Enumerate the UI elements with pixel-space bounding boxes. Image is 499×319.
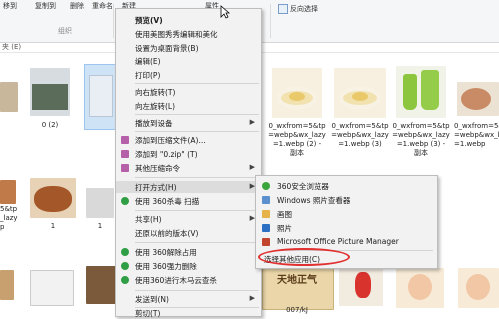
highlight-circle <box>258 248 350 266</box>
menu-separator <box>135 114 259 115</box>
winrar-icon <box>121 136 129 144</box>
menu-item-360-trojan-scan[interactable]: 使用360进行木马云查杀 <box>116 274 261 286</box>
file-caption: 0_wxfrom=5&tp =webp&wx_lazy =1.webp <box>454 122 499 148</box>
menu-separator <box>135 290 259 291</box>
menu-item-meitu-edit[interactable]: 使用美图秀秀编辑和美化 <box>116 28 261 40</box>
menu-item-360-antivirus-scan[interactable]: 使用 360杀毒 扫描 <box>116 195 261 207</box>
paint-icon <box>262 210 270 218</box>
context-menu: 预览(V) 使用美图秀秀编辑和美化 设置为桌面背景(B) 编辑(E) 打印(P)… <box>115 8 262 319</box>
open-with-office-picture-manager[interactable]: Microsoft Office Picture Manager <box>256 236 437 248</box>
move-to-button[interactable]: 移到 <box>3 1 17 11</box>
menu-item-share[interactable]: 共享(H) ▶ <box>116 213 261 225</box>
bowl-food <box>289 92 305 101</box>
file-caption: 0_wxfrom=5&tp =webp&wx_lazy =1.webp (3) <box>331 122 389 148</box>
menu-separator <box>135 210 259 211</box>
menu-item-add-to-zip[interactable]: 添加到 "0.zip" (T) <box>116 148 261 160</box>
invert-selection-icon <box>278 4 288 14</box>
rename-button[interactable]: 重命名 <box>92 1 113 11</box>
image-thumbnail[interactable] <box>86 188 114 218</box>
ribbon-divider <box>113 4 114 38</box>
painting-calligraphy: 天地正气 <box>277 275 317 286</box>
image-thumbnail[interactable] <box>0 180 16 204</box>
menu-item-send-to[interactable]: 发送到(N) ▶ <box>116 293 261 305</box>
360-browser-icon <box>262 182 270 190</box>
menu-separator <box>135 83 259 84</box>
invert-selection-button[interactable]: 反向选择 <box>290 4 318 14</box>
menu-separator <box>135 131 259 132</box>
menu-item-add-to-archive[interactable]: 添加到压缩文件(A)... <box>116 134 261 146</box>
photo-viewer-icon <box>262 196 270 204</box>
image-thumbnail[interactable] <box>458 268 499 308</box>
ribbon-divider <box>270 4 271 38</box>
image-thumbnail[interactable] <box>457 82 499 116</box>
open-with-photos[interactable]: 照片 <box>256 222 437 234</box>
file-caption: 0_wxfrom=5&tp =webp&wx_lazy =1.webp (2) … <box>268 122 326 157</box>
360-icon <box>121 262 129 270</box>
image-thumbnail[interactable] <box>0 82 18 112</box>
menu-item-other-compress[interactable]: 其他压缩命令 ▶ <box>116 162 261 174</box>
antivirus-icon <box>121 197 129 205</box>
green-drink-image <box>421 70 439 110</box>
menu-item-preview[interactable]: 预览(V) <box>116 14 261 26</box>
file-caption: 0 (2) <box>41 121 59 129</box>
360-icon <box>121 276 129 284</box>
image-thumbnail[interactable] <box>339 266 383 306</box>
file-caption: 1 <box>97 222 103 230</box>
image-thumbnail[interactable] <box>30 270 74 306</box>
menu-item-360-force-delete[interactable]: 使用 360强力删除 <box>116 260 261 272</box>
menu-separator <box>135 242 259 243</box>
image-thumbnail[interactable] <box>396 268 444 308</box>
menu-item-open-with[interactable]: 打开方式(H) ▶ <box>116 181 261 193</box>
file-caption: 0_wxfrom=5&tp =webp&wx_lazy =1.webp (3) … <box>392 122 450 157</box>
menu-item-rotate-left[interactable]: 向左旋转(L) <box>116 100 261 112</box>
menu-item-print[interactable]: 打印(P) <box>116 69 261 81</box>
organize-group-label: 组织 <box>58 27 72 35</box>
winrar-icon <box>121 164 129 172</box>
folder-path: 夹 (E) <box>2 43 22 51</box>
green-drink-image <box>403 74 417 110</box>
open-with-windows-photo-viewer[interactable]: Windows 照片查看器 <box>256 194 437 206</box>
menu-item-cast-to-device[interactable]: 播放到设备 ▶ <box>116 117 261 129</box>
360-icon <box>121 248 129 256</box>
winrar-icon <box>121 150 129 158</box>
delete-button[interactable]: 删除 <box>70 1 84 11</box>
file-caption: 1 <box>50 222 56 230</box>
mouse-cursor-icon <box>220 5 230 19</box>
open-with-paint[interactable]: 画图 <box>256 208 437 220</box>
file-caption: 007/kJ <box>286 306 308 314</box>
image-thumbnail[interactable] <box>30 178 76 218</box>
image-thumbnail[interactable] <box>0 270 14 300</box>
menu-item-rotate-right[interactable]: 向右旋转(T) <box>116 86 261 98</box>
image-thumbnail[interactable] <box>86 266 116 304</box>
menu-item-cut[interactable]: 剪切(T) <box>116 307 261 319</box>
image-thumbnail[interactable] <box>30 68 70 116</box>
photos-icon <box>262 224 270 232</box>
copy-to-button[interactable]: 复制到 <box>35 1 56 11</box>
menu-separator <box>135 177 259 178</box>
menu-item-restore-previous[interactable]: 还原以前的版本(V) <box>116 227 261 239</box>
office-picture-manager-icon <box>262 238 270 246</box>
menu-item-360-unlock[interactable]: 使用 360解除占用 <box>116 246 261 258</box>
open-with-360-browser[interactable]: 360安全浏览器 <box>256 180 437 192</box>
menu-item-edit[interactable]: 编辑(E) <box>116 55 261 67</box>
bowl-food <box>352 92 368 101</box>
menu-item-set-desktop-background[interactable]: 设置为桌面背景(B) <box>116 42 261 54</box>
file-caption: 5&tp _lazy p <box>0 205 18 231</box>
